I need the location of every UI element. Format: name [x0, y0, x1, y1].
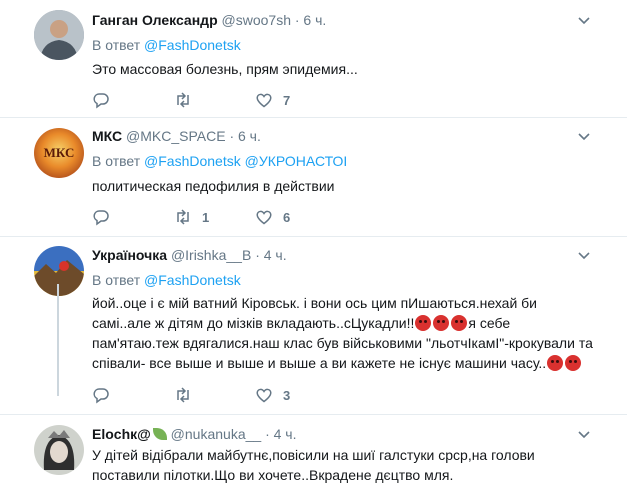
tweet-2[interactable]: МКС МКС @MKC_SPACE · 6 ч. В ответ @FashD… — [0, 118, 627, 237]
like-count: 7 — [283, 92, 291, 108]
tweet-text-line: политическая педофилия в действии — [92, 178, 335, 194]
reply-mention[interactable]: @FashDonetsk — [144, 37, 241, 53]
reply-icon — [93, 210, 109, 226]
reply-button[interactable] — [92, 207, 110, 227]
reply-context: В ответ @FashDonetsk @УКРОНАСТОІ — [92, 153, 347, 169]
retweet-button[interactable]: 1 — [174, 207, 209, 227]
handle[interactable]: @Irishka__B — [171, 247, 251, 263]
reply-mention[interactable]: @FashDonetsk — [144, 272, 241, 288]
tweet-text: Это массовая болезнь, прям эпидемия... — [92, 59, 358, 79]
reply-button[interactable] — [92, 385, 110, 405]
tweet-text-line: Это массовая болезнь, прям эпидемия... — [92, 61, 358, 77]
like-icon — [256, 93, 272, 108]
tweet-text: йой..оце і є мій ватний Кіровськ. і вони… — [92, 293, 612, 373]
reply-context: В ответ @FashDonetsk — [92, 272, 241, 288]
retweet-button[interactable] — [174, 90, 192, 110]
angry-face-emoji — [565, 355, 582, 371]
like-icon — [256, 388, 272, 403]
angry-face-emoji — [451, 315, 468, 331]
display-name[interactable]: Ганган Олександр — [92, 12, 218, 28]
timestamp[interactable]: · 6 ч. — [229, 128, 260, 144]
chevron-down-icon[interactable] — [577, 249, 591, 263]
display-name[interactable]: Elochк@ — [92, 426, 151, 442]
tweet-4[interactable]: Elochк@ @nukanuka__ · 4 ч. У дітей відіб… — [0, 414, 627, 485]
avatar-text: МКС — [43, 145, 75, 160]
tweet-text-line: пам'ятаю.теж вдягалися.наш клас був війс… — [92, 335, 593, 351]
tweet-text: У дітей відібрали майбутнє,повісили на ш… — [92, 445, 612, 485]
handle[interactable]: @MKC_SPACE — [126, 128, 226, 144]
tweet-header: Elochк@ @nukanuka__ · 4 ч. — [92, 426, 297, 442]
tweet-text-span: я себе — [468, 315, 511, 331]
avatar-photo-icon — [34, 246, 84, 296]
tweet-1[interactable]: Ганган Олександр @swoo7sh · 6 ч. В ответ… — [0, 0, 627, 118]
tweet-text-span: самі..але ж дітям до мізків вкладають..с… — [92, 315, 415, 331]
retweet-icon — [177, 92, 189, 108]
retweet-button[interactable] — [174, 385, 192, 405]
retweet-icon — [177, 387, 189, 403]
reply-context: В ответ @FashDonetsk — [92, 37, 241, 53]
thread-line — [57, 284, 59, 396]
tweet-text-line: У дітей відібрали майбутнє,повісили на ш… — [92, 447, 535, 463]
reply-prefix: В ответ — [92, 153, 141, 169]
tweet-text-line: співали- все выше и выше и выше а ви каж… — [92, 353, 612, 373]
like-button[interactable]: 6 — [255, 207, 290, 227]
tweet-header: МКС @MKC_SPACE · 6 ч. — [92, 128, 261, 144]
tweet-text-span: співали- все выше и выше и выше а ви каж… — [92, 355, 547, 371]
like-count: 6 — [283, 209, 291, 225]
chevron-down-icon[interactable] — [577, 14, 591, 28]
retweet-icon — [177, 209, 189, 225]
herb-emoji — [152, 428, 167, 440]
avatar-photo-icon — [34, 425, 84, 475]
like-button[interactable]: 7 — [255, 90, 290, 110]
avatar[interactable] — [34, 10, 84, 60]
reply-icon — [93, 388, 109, 404]
retweet-count: 1 — [202, 209, 210, 225]
display-name[interactable]: МКС — [92, 128, 122, 144]
avatar-photo-icon — [34, 10, 84, 60]
timestamp[interactable]: · 4 ч. — [255, 247, 286, 263]
tweet-text: политическая педофилия в действии — [92, 176, 334, 196]
timestamp[interactable]: · 4 ч. — [265, 426, 296, 442]
avatar[interactable]: МКС — [34, 128, 84, 178]
reply-icon — [93, 93, 109, 109]
reply-prefix: В ответ — [92, 272, 141, 288]
tweet-text-line: самі..але ж дітям до мізків вкладають..с… — [92, 313, 612, 333]
reply-prefix: В ответ — [92, 37, 141, 53]
like-count: 3 — [283, 387, 291, 403]
chevron-down-icon[interactable] — [577, 428, 591, 442]
reply-mention[interactable]: @УКРОНАСТОІ — [245, 153, 348, 169]
angry-face-emoji — [433, 315, 450, 331]
like-icon — [256, 210, 272, 225]
angry-face-emoji — [547, 355, 564, 371]
tweet-3[interactable]: Україночка @Irishka__B · 4 ч. В ответ @F… — [0, 237, 627, 414]
tweet-text-line: поставили пілотки.Що ви хочете..Вкрадене… — [92, 467, 454, 483]
reply-mention[interactable]: @FashDonetsk — [144, 153, 241, 169]
tweet-header: Україночка @Irishka__B · 4 ч. — [92, 247, 287, 263]
timestamp[interactable]: · 6 ч. — [295, 12, 326, 28]
handle[interactable]: @swoo7sh — [222, 12, 291, 28]
avatar[interactable] — [34, 425, 84, 475]
tweet-header: Ганган Олександр @swoo7sh · 6 ч. — [92, 12, 326, 28]
reply-button[interactable] — [92, 90, 110, 110]
tweet-text-line: йой..оце і є мій ватний Кіровськ. і вони… — [92, 295, 538, 311]
like-button[interactable]: 3 — [255, 385, 290, 405]
handle[interactable]: @nukanuka__ — [171, 426, 262, 442]
chevron-down-icon[interactable] — [577, 130, 591, 144]
angry-face-emoji — [415, 315, 432, 331]
avatar[interactable] — [34, 246, 84, 296]
display-name[interactable]: Україночка — [92, 247, 167, 263]
